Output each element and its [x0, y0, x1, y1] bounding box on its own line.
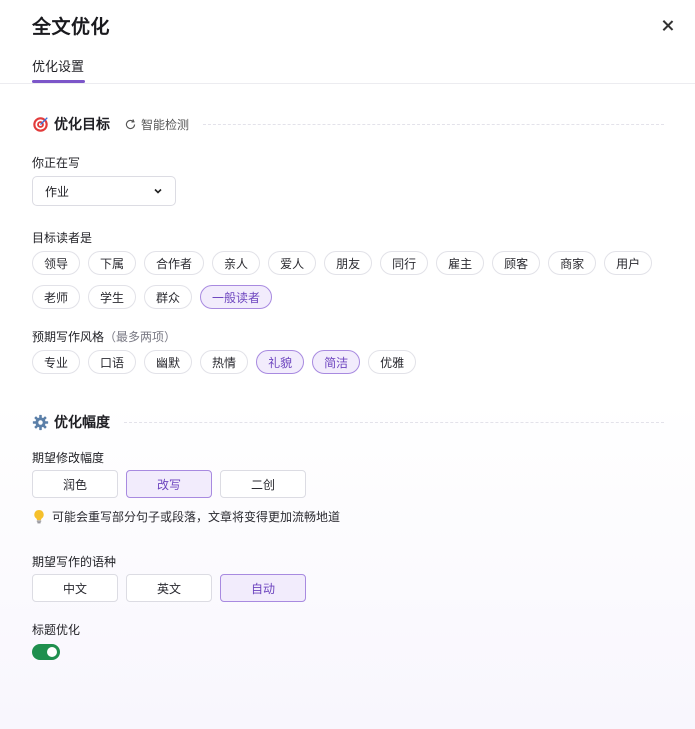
style-chip[interactable]: 口语	[88, 350, 137, 374]
language-option[interactable]: 自动	[220, 574, 306, 602]
gear-icon	[32, 414, 49, 430]
writing-type-label: 你正在写	[32, 156, 81, 170]
writing-type-value: 作业	[45, 184, 70, 199]
language-option[interactable]: 中文	[32, 574, 118, 602]
title-optimize-toggle[interactable]	[32, 644, 60, 660]
title-optimize-label: 标题优化	[32, 623, 81, 637]
target-icon	[33, 116, 48, 132]
style-chip[interactable]: 热情	[200, 350, 249, 374]
language-label: 期望写作的语种	[32, 555, 117, 569]
dialog-title: 全文优化	[32, 16, 111, 38]
style-chip[interactable]: 专业	[32, 350, 81, 374]
reader-chip[interactable]: 用户	[604, 251, 653, 275]
degree-label: 期望修改幅度	[32, 451, 105, 465]
reader-chip[interactable]: 群众	[144, 285, 193, 309]
language-segmented: 中文 英文 自动	[32, 574, 314, 602]
reader-chip[interactable]: 雇主	[436, 251, 485, 275]
reader-chip[interactable]: 老师	[32, 285, 81, 309]
reader-chip[interactable]: 一般读者	[200, 285, 273, 309]
degree-option[interactable]: 二创	[220, 470, 306, 498]
style-label: 预期写作风格（最多两项）	[32, 328, 176, 345]
style-chip[interactable]: 优雅	[368, 350, 417, 374]
goal-section-title: 优化目标	[54, 117, 110, 133]
style-chip[interactable]: 礼貌	[256, 350, 305, 374]
degree-segmented: 润色 改写 二创	[32, 470, 314, 498]
degree-option[interactable]: 改写	[126, 470, 212, 498]
reader-chip[interactable]: 合作者	[144, 251, 205, 275]
toggle-knob	[47, 647, 57, 657]
divider	[203, 123, 664, 125]
style-chip-group: 专业 口语 幽默 热情 礼貌 简洁 优雅	[32, 350, 672, 384]
degree-option[interactable]: 润色	[32, 470, 118, 498]
language-option[interactable]: 英文	[126, 574, 212, 602]
reader-chip[interactable]: 朋友	[324, 251, 373, 275]
lightbulb-icon	[34, 509, 44, 524]
reader-chip[interactable]: 顾客	[492, 251, 541, 275]
reader-chip[interactable]: 商家	[548, 251, 597, 275]
divider	[124, 421, 664, 423]
target-readers-label: 目标读者是	[32, 231, 93, 245]
chevron-down-icon	[154, 188, 162, 194]
reader-chip[interactable]: 亲人	[212, 251, 261, 275]
tab-optimize-settings[interactable]: 优化设置	[32, 56, 84, 83]
dialog-header: 全文优化	[32, 12, 110, 39]
style-label-text: 预期写作风格	[32, 330, 105, 344]
goal-section-header: 优化目标 智能检测	[32, 114, 664, 134]
reader-chip[interactable]: 领导	[32, 251, 81, 275]
style-chip[interactable]: 幽默	[144, 350, 193, 374]
readers-chip-group: 领导 下属 合作者 亲人 爱人 朋友 同行 雇主 顾客 商家 用户老师 学生 群众 一般读者	[32, 251, 672, 319]
refresh-icon	[125, 118, 136, 129]
reader-chip[interactable]: 学生	[88, 285, 137, 309]
smart-detect-button[interactable]: 智能检测	[124, 116, 189, 133]
style-label-note: （最多两项）	[104, 330, 177, 344]
tab-active-indicator	[32, 80, 85, 83]
reader-chip[interactable]: 同行	[380, 251, 429, 275]
tab-bar: 优化设置	[0, 52, 695, 84]
writing-type-select[interactable]: 作业	[32, 176, 176, 206]
close-icon[interactable]	[657, 15, 679, 37]
reader-chip[interactable]: 下属	[88, 251, 137, 275]
degree-section-title: 优化幅度	[54, 415, 110, 431]
degree-tip-text: 可能会重写部分句子或段落，文章将变得更加流畅地道	[52, 510, 341, 524]
style-chip[interactable]: 简洁	[312, 350, 361, 374]
smart-detect-label: 智能检测	[141, 117, 190, 132]
degree-section-header: 优化幅度	[32, 412, 664, 432]
reader-chip[interactable]: 爱人	[268, 251, 317, 275]
degree-tip: 可能会重写部分句子或段落，文章将变得更加流畅地道	[32, 508, 340, 525]
